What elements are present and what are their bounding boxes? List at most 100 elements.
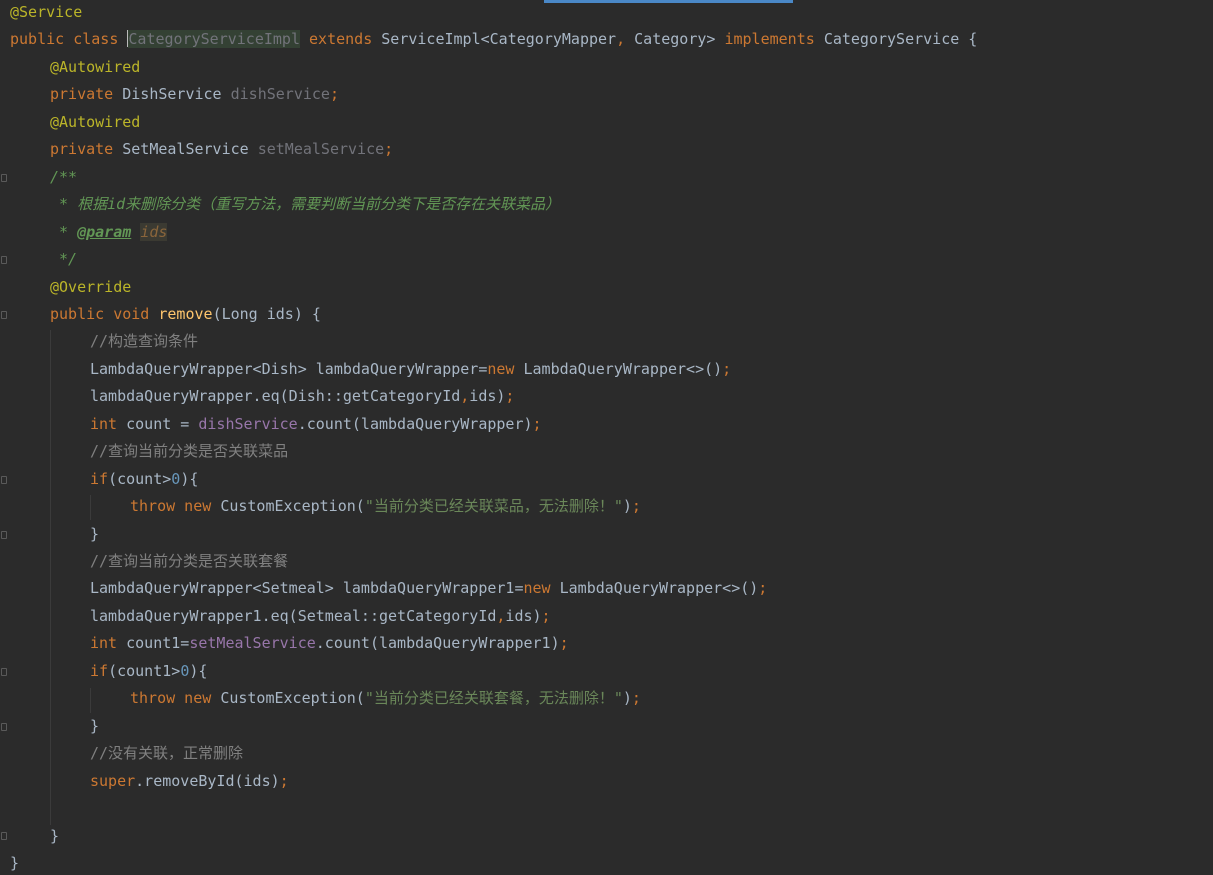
code-token: public void [50,304,159,323]
code-token: ; [559,634,569,653]
code-token: ; [722,359,732,378]
fold-marker-icon[interactable] [1,723,7,731]
code-line[interactable]: //没有关联，正常删除 [90,740,243,767]
fold-marker-icon[interactable] [1,476,7,484]
code-line[interactable]: public class CategoryServiceImpl extends… [10,26,977,53]
code-token: @param [77,222,132,241]
code-line[interactable]: } [50,823,59,850]
code-token: //没有关联，正常删除 [90,744,244,763]
code-token: @Override [50,277,132,296]
code-token: ){ [189,661,208,680]
fold-marker-icon[interactable] [1,174,7,182]
code-token: count = [126,414,199,433]
code-line[interactable]: int count = dishService.count(lambdaQuer… [90,411,542,438]
code-token: * [50,222,78,241]
code-line[interactable]: lambdaQueryWrapper1.eq(Setmeal::getCateg… [90,603,551,630]
code-token: int [90,634,127,653]
code-line[interactable]: private DishService dishService; [50,81,339,108]
code-token: ){ [180,469,199,488]
code-token: private [50,140,123,159]
code-token: (Long ids) { [212,304,321,323]
code-token: ids) [505,606,542,625]
code-line[interactable]: private SetMealService setMealService; [50,136,393,163]
code-line[interactable]: LambdaQueryWrapper<Dish> lambdaQueryWrap… [90,356,731,383]
code-token: ; [329,85,339,104]
code-token: LambdaQueryWrapper<>() [523,359,723,378]
code-token: lambdaQueryWrapper1.eq(Setmeal::getCateg… [90,606,497,625]
code-line[interactable]: @Autowired [50,54,140,81]
code-line[interactable]: throw new CustomException("当前分类已经关联套餐，无法… [130,685,641,712]
code-token: , [616,30,635,49]
code-token: 0 [171,469,181,488]
code-token: ; [279,771,289,790]
code-token: super [90,771,136,790]
code-token: ; [631,689,641,708]
indent-guide [50,330,51,825]
code-line[interactable]: if(count1>0){ [90,658,207,685]
code-line[interactable]: int count1=setMealService.count(lambdaQu… [90,630,569,657]
code-line[interactable]: * @param ids [50,219,168,246]
code-line[interactable]: } [10,850,19,875]
code-token: 0 [180,661,190,680]
code-line[interactable]: /** [50,164,77,191]
code-token: ids [140,222,168,241]
code-line[interactable]: //查询当前分类是否关联菜品 [90,438,288,465]
code-token: new [487,359,524,378]
code-token: (count> [108,469,172,488]
code-line[interactable]: if(count>0){ [90,466,198,493]
code-token: dishService [198,414,298,433]
code-token: CustomException( [220,689,365,708]
code-token: LambdaQueryWrapper<Setmeal> lambdaQueryW… [90,579,524,598]
fold-marker-icon[interactable] [1,832,7,840]
code-token: } [90,524,100,543]
code-token: if [90,661,109,680]
code-line[interactable]: public void remove(Long ids) { [50,301,321,328]
code-token: if [90,469,109,488]
code-token: (count1> [108,661,181,680]
code-token: //查询当前分类是否关联菜品 [90,442,289,461]
code-token: CategoryService { [823,30,978,49]
code-token: public class [10,30,128,49]
code-token: Category> [634,30,725,49]
code-token: LambdaQueryWrapper<Dish> lambdaQueryWrap… [90,359,488,378]
code-token: throw new [130,689,221,708]
code-line[interactable]: super.removeById(ids); [90,768,289,795]
code-line[interactable]: throw new CustomException("当前分类已经关联菜品，无法… [130,493,641,520]
code-token: DishService [122,85,231,104]
code-line[interactable]: //构造查询条件 [90,328,198,355]
code-line[interactable]: @Override [50,274,131,301]
code-token: * 根据id来删除分类（重写方法，需要判断当前分类下是否存在关联菜品） [50,195,561,214]
code-line[interactable]: LambdaQueryWrapper<Setmeal> lambdaQueryW… [90,575,767,602]
code-token: ) [622,497,632,516]
code-token: throw new [130,497,221,516]
code-token: ; [384,140,394,159]
code-token: implements [724,30,824,49]
code-token: ; [758,579,768,598]
code-token: ids) [469,387,506,406]
code-editor[interactable]: @Service public class CategoryServiceImpl… [0,0,1213,875]
fold-marker-icon[interactable] [1,668,7,676]
code-token: count1= [126,634,190,653]
code-line[interactable]: lambdaQueryWrapper.eq(Dish::getCategoryI… [90,383,514,410]
fold-marker-icon[interactable] [1,256,7,264]
code-line[interactable]: //查询当前分类是否关联套餐 [90,548,288,575]
code-line[interactable]: */ [50,246,77,273]
code-token: ; [532,414,542,433]
code-token: lambdaQueryWrapper.eq(Dish::getCategoryI… [90,387,461,406]
indent-guide [90,688,91,713]
indent-guide [90,495,91,520]
code-line[interactable]: } [90,521,99,548]
code-token: ; [631,497,641,516]
code-line[interactable]: } [90,713,99,740]
fold-marker-icon[interactable] [1,311,7,319]
code-token: @Service [10,3,83,21]
code-line[interactable]: @Service [10,0,82,26]
code-token: .count(lambdaQueryWrapper1) [315,634,560,653]
code-token: @Autowired [50,57,141,76]
fold-marker-icon[interactable] [1,531,7,539]
code-line[interactable]: @Autowired [50,109,140,136]
code-token: ServiceImpl<CategoryMapper [381,30,617,49]
code-line[interactable]: * 根据id来删除分类（重写方法，需要判断当前分类下是否存在关联菜品） [50,191,560,218]
code-token: private [50,85,123,104]
